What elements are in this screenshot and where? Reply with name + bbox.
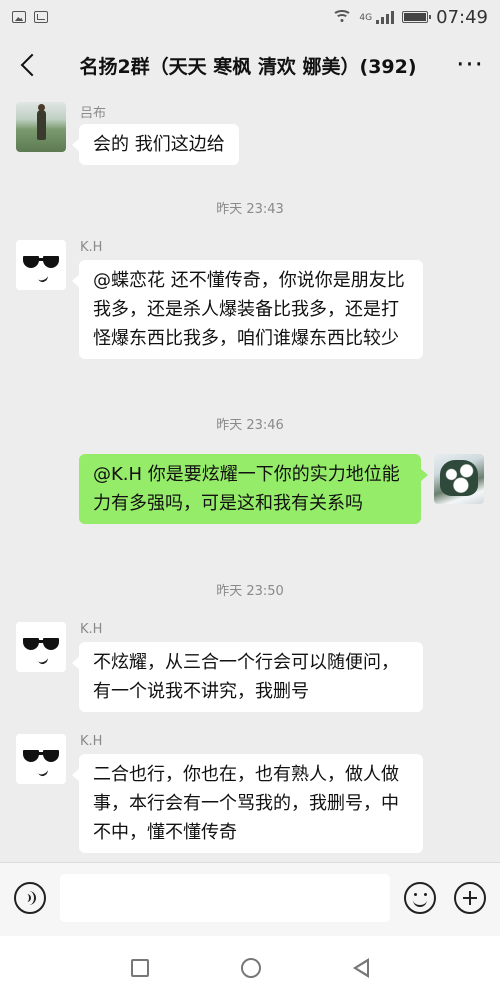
home-icon[interactable] bbox=[241, 958, 261, 978]
sunglasses-avatar-icon[interactable] bbox=[16, 240, 66, 290]
image-icon bbox=[12, 11, 26, 23]
message-bubble[interactable]: 会的 我们这边给 bbox=[72, 124, 239, 165]
status-left bbox=[12, 11, 48, 23]
message-input[interactable] bbox=[60, 874, 390, 922]
voice-icon[interactable] bbox=[14, 882, 46, 914]
clock: 07:49 bbox=[436, 6, 488, 28]
timestamp: 昨天 23:43 bbox=[216, 202, 284, 217]
message-bubble[interactable]: 不炫耀，从三合一个行会可以随便问，有一个说我不讲究，我删号 bbox=[72, 642, 423, 712]
sunglasses-avatar-icon[interactable] bbox=[16, 622, 66, 672]
chat-messages[interactable]: 吕布 会的 我们这边给 昨天 23:43 K.H @蝶恋花 还不懂传奇，你说你是… bbox=[0, 96, 500, 862]
sender-name: K.H bbox=[80, 734, 103, 749]
message-bubble[interactable]: 二合也行，你也在，也有熟人，做人做事，本行会有一个骂我的，我删号，中不中，懂不懂… bbox=[72, 754, 423, 853]
more-options-button[interactable]: ··· bbox=[450, 52, 490, 78]
system-nav-bar bbox=[0, 936, 500, 1000]
emoji-icon[interactable] bbox=[404, 882, 436, 914]
gallery-icon bbox=[34, 11, 48, 23]
back-chevron-icon[interactable] bbox=[10, 45, 46, 85]
back-triangle-icon[interactable] bbox=[353, 958, 369, 978]
status-bar: 4G 07:49 bbox=[0, 0, 500, 34]
signal-icon bbox=[376, 10, 395, 24]
battery-icon bbox=[402, 11, 432, 23]
timestamp: 昨天 23:50 bbox=[216, 584, 284, 599]
sender-name: K.H bbox=[80, 240, 103, 255]
photo-person-icon[interactable] bbox=[16, 102, 66, 152]
plus-icon[interactable] bbox=[454, 882, 486, 914]
sender-name: K.H bbox=[80, 622, 103, 637]
message-bubble[interactable]: @K.H 你是要炫耀一下你的实力地位能力有多强吗，可是这和我有关系吗 bbox=[79, 454, 428, 524]
sunglasses-avatar-icon[interactable] bbox=[16, 734, 66, 784]
status-right: 4G 07:49 bbox=[332, 6, 488, 28]
input-bar bbox=[0, 862, 500, 936]
network-type: 4G bbox=[359, 12, 373, 23]
chat-header: 名扬2群（天天 寒枫 清欢 娜美）(392) ··· bbox=[0, 34, 500, 96]
photo-snow-tree-icon[interactable] bbox=[434, 454, 484, 504]
message-bubble[interactable]: @蝶恋花 还不懂传奇，你说你是朋友比我多，还是杀人爆装备比我多，还是打怪爆东西比… bbox=[72, 260, 423, 359]
recent-apps-icon[interactable] bbox=[131, 959, 149, 977]
wifi-icon bbox=[332, 10, 353, 24]
timestamp: 昨天 23:46 bbox=[216, 418, 284, 433]
sender-name: 吕布 bbox=[80, 106, 107, 121]
group-title: 名扬2群（天天 寒枫 清欢 娜美）(392) bbox=[79, 55, 417, 78]
